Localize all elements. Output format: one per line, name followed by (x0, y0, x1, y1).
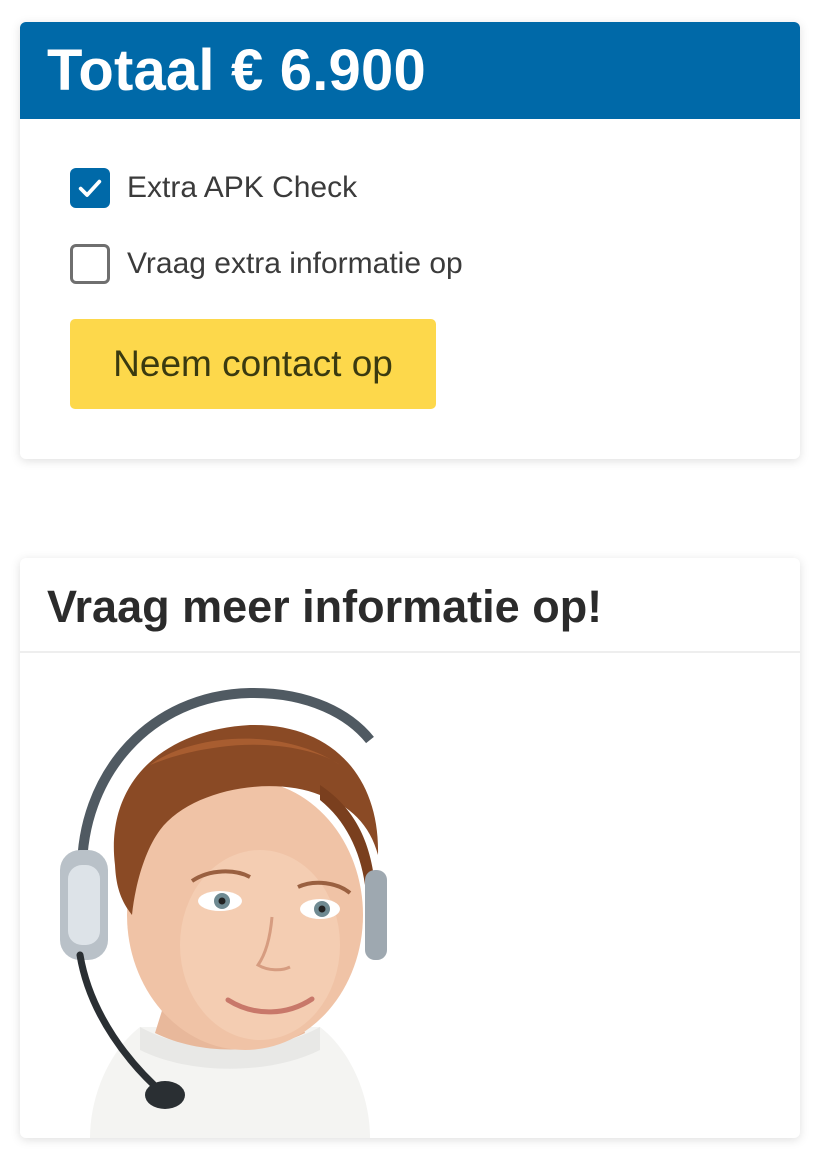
total-price-heading: Totaal € 6.900 (20, 22, 800, 119)
support-agent-photo (60, 687, 387, 1138)
info-card-title: Vraag meer informatie op! (20, 558, 800, 653)
checkbox-checked-icon[interactable] (70, 168, 110, 208)
total-card: Totaal € 6.900 Extra APK Check Vraag ext… (20, 22, 800, 459)
option-extra-apk-check[interactable]: Extra APK Check (70, 168, 357, 208)
info-card: Vraag meer informatie op! (20, 558, 800, 1138)
option-label: Vraag extra informatie op (127, 247, 463, 280)
contact-button[interactable]: Neem contact op (70, 319, 436, 409)
option-label: Extra APK Check (127, 171, 358, 204)
checkbox-unchecked-icon[interactable] (70, 244, 110, 284)
option-extra-informatie[interactable]: Vraag extra informatie op (70, 244, 463, 284)
